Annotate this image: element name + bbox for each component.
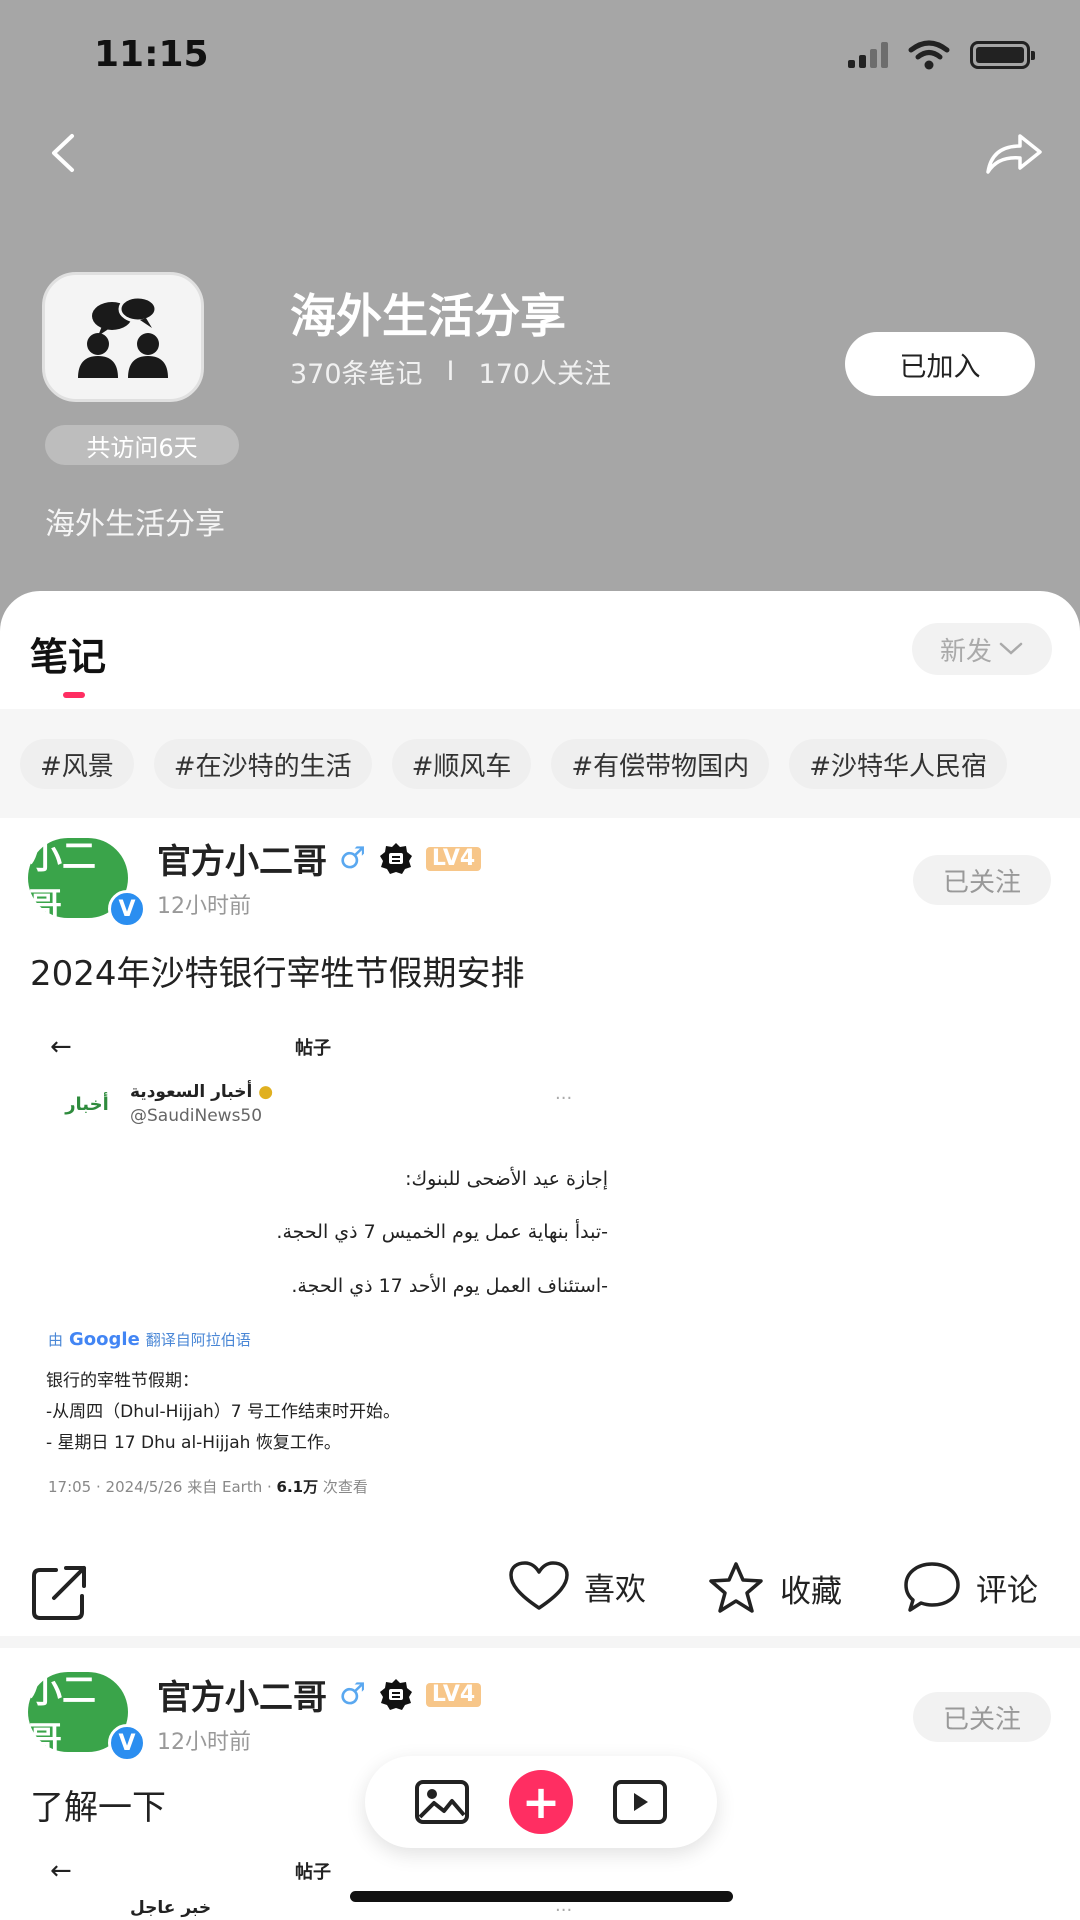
- verified-icon: V: [108, 1724, 146, 1762]
- post-actions: 喜欢 收藏 评论: [0, 1532, 1080, 1642]
- battery-icon: [970, 41, 1035, 69]
- group-name: 海外生活分享: [290, 289, 566, 343]
- chat-users-icon: [78, 295, 168, 378]
- google-logo: Google: [69, 1329, 140, 1350]
- male-icon: ♂: [339, 1677, 366, 1712]
- arabic-line: -تبدأ بنهاية عمل يوم الخميس 7 ذي الحجة.: [276, 1221, 608, 1243]
- tweet-meta: 17:05 · 2024/5/26 来自 Earth · 6.1万 次查看: [48, 1478, 368, 1496]
- followers-count: 170人关注: [478, 359, 612, 390]
- back-icon[interactable]: [40, 128, 90, 178]
- author-name: 官方小二哥: [157, 1678, 327, 1718]
- tag-chip[interactable]: #沙特华人民宿: [789, 739, 1007, 789]
- account-name: أخبار السعودية ●: [130, 1082, 274, 1102]
- tag-chip[interactable]: #风景: [20, 739, 134, 789]
- post-image[interactable]: ← 帖子 أخبار أخبار السعودية ● @SaudiNews50…: [30, 1024, 610, 1496]
- comment-button[interactable]: 评论: [902, 1560, 1038, 1614]
- follow-button[interactable]: 已关注: [913, 855, 1051, 905]
- add-post-button[interactable]: +: [508, 1770, 573, 1834]
- comment-label: 评论: [976, 1572, 1038, 1609]
- like-button[interactable]: 喜欢: [508, 1560, 646, 1612]
- collect-label: 收藏: [780, 1573, 842, 1610]
- badge-icon: [379, 1678, 412, 1710]
- arrow-left-icon: ←: [50, 1032, 72, 1062]
- sort-dropdown[interactable]: 新发: [912, 623, 1052, 675]
- tags-row[interactable]: #风景 #在沙特的生活 #顺风车 #有偿带物国内 #沙特华人民宿: [0, 709, 1080, 819]
- account-name: خبر عاجل: [130, 1898, 212, 1918]
- post-time: 12小时前: [157, 894, 251, 919]
- status-time: 11:15: [94, 34, 209, 75]
- tag-chip[interactable]: #在沙特的生活: [153, 739, 372, 789]
- translated-line: - 星期日 17 Dhu al-Hijjah 恢复工作。: [46, 1433, 341, 1453]
- cellular-signal-icon: [848, 42, 888, 68]
- news-logo: أخبار: [60, 1082, 114, 1126]
- translated-line: 银行的宰牲节假期：: [46, 1371, 199, 1391]
- star-icon: [709, 1562, 763, 1613]
- image-title: 帖子: [295, 1038, 331, 1059]
- post-text[interactable]: 了解一下: [30, 1780, 166, 1829]
- notes-count: 370条笔记: [290, 359, 423, 390]
- notes-tab-indicator: [63, 692, 85, 698]
- tag-chip[interactable]: #顺风车: [391, 739, 532, 789]
- open-external-icon[interactable]: [30, 1562, 90, 1622]
- image-title: 帖子: [295, 1862, 331, 1883]
- group-description: 海外生活分享: [45, 507, 225, 542]
- post-time: 12小时前: [157, 1730, 251, 1755]
- avatar[interactable]: 小二哥 V: [28, 837, 146, 928]
- wifi-icon: [908, 40, 950, 70]
- verified-icon: V: [108, 890, 146, 928]
- translated-line: -从周四（Dhul-Hijjah）7 号工作结束时开始。: [46, 1402, 400, 1422]
- avatar[interactable]: 小二哥 V: [28, 1671, 146, 1762]
- post-card[interactable]: 小二哥 V 官方小二哥 ♂ LV4 12小时前 已关注 2024年沙特银行宰牲节…: [0, 818, 1080, 1638]
- group-header: 11:15 海外生活分享 370条笔记 I 170人关注 已加入 共访问6天 海…: [0, 0, 1080, 640]
- more-icon: ···: [555, 1900, 573, 1920]
- home-indicator[interactable]: [350, 1891, 733, 1902]
- share-icon[interactable]: [984, 128, 1044, 178]
- stats-separator: I: [446, 356, 455, 387]
- create-toolbar: +: [365, 1756, 717, 1848]
- account-handle: @SaudiNews50: [130, 1106, 263, 1126]
- group-stats: 370条笔记 I 170人关注: [290, 352, 611, 391]
- google-translate-label: 由 Google 翻译自阿拉伯语: [48, 1329, 251, 1350]
- status-icons: [848, 40, 1035, 70]
- follow-button[interactable]: 已关注: [913, 1692, 1051, 1742]
- group-avatar: [42, 272, 204, 402]
- video-icon[interactable]: [612, 1779, 668, 1825]
- author-name: 官方小二哥: [157, 842, 327, 882]
- heart-icon: [509, 1561, 569, 1610]
- male-icon: ♂: [339, 841, 366, 876]
- visit-badge: 共访问6天: [45, 425, 239, 465]
- post-text[interactable]: 2024年沙特银行宰牲节假期安排: [30, 946, 525, 995]
- level-badge: LV4: [425, 846, 482, 871]
- chevron-down-icon: [999, 642, 1023, 655]
- collect-button[interactable]: 收藏: [706, 1560, 842, 1616]
- image-icon[interactable]: [414, 1779, 470, 1825]
- badge-icon: [379, 842, 412, 874]
- post-author[interactable]: 官方小二哥 ♂ LV4: [157, 834, 482, 883]
- arrow-left-icon: ←: [50, 1856, 72, 1886]
- tag-chip[interactable]: #有偿带物国内: [551, 739, 770, 789]
- arabic-line: -استئناف العمل يوم الأحد 17 ذي الحجة.: [291, 1275, 608, 1297]
- notes-title[interactable]: 笔记: [30, 626, 106, 681]
- joined-button[interactable]: 已加入: [845, 332, 1035, 396]
- comment-icon: [904, 1562, 960, 1612]
- arabic-line: إجازة عيد الأضحى للبنوك:: [405, 1168, 608, 1190]
- post-image[interactable]: ← 帖子 خبر عاجل ···: [30, 1848, 610, 1920]
- post-author[interactable]: 官方小二哥 ♂ LV4: [157, 1670, 482, 1719]
- sort-label: 新发: [939, 636, 992, 667]
- more-icon: ···: [555, 1088, 573, 1109]
- level-badge: LV4: [425, 1682, 482, 1707]
- like-label: 喜欢: [584, 1571, 646, 1608]
- post-divider: [0, 1636, 1080, 1648]
